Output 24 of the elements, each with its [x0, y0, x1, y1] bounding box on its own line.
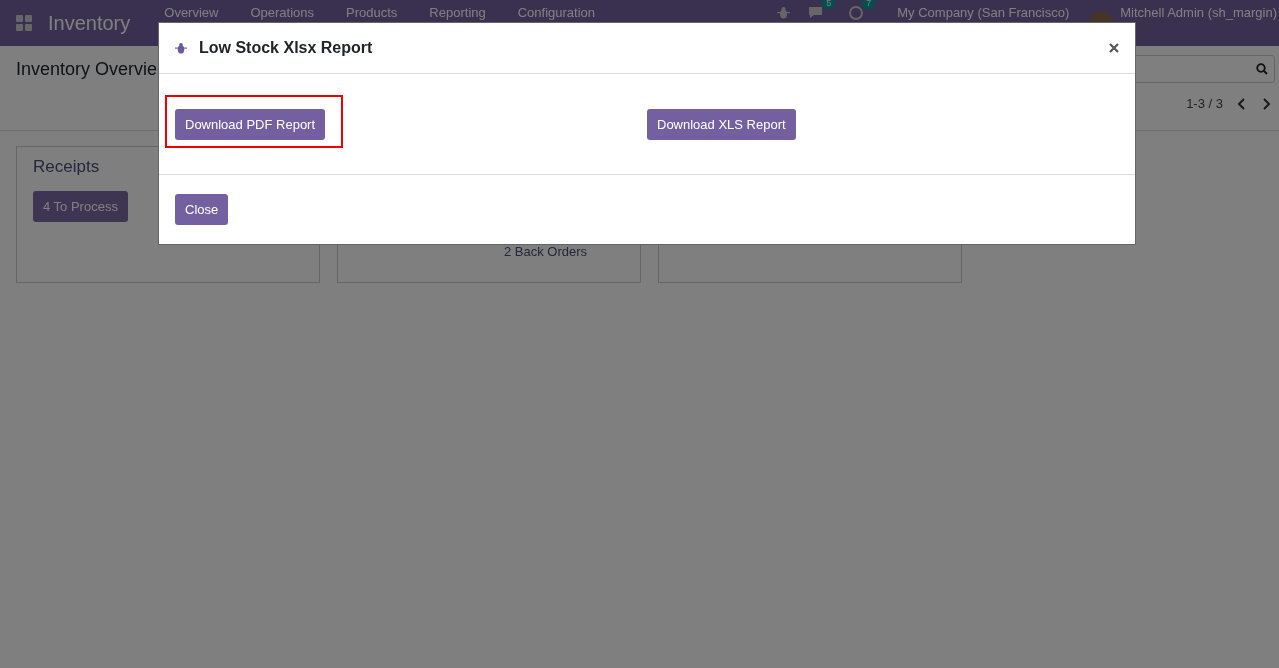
user-menu[interactable]: Mitchell Admin (sh_margin): [1120, 5, 1277, 20]
back-orders-link[interactable]: 2 Back Orders: [504, 244, 588, 259]
close-icon[interactable]: [1109, 43, 1119, 53]
dialog-title: Low Stock Xlsx Report: [199, 39, 374, 57]
menu-item[interactable]: Reporting: [413, 5, 502, 20]
message-count-badge: 5: [822, 0, 836, 9]
to-process-button[interactable]: 4 To Process: [33, 191, 128, 222]
next-icon[interactable]: [1261, 97, 1271, 110]
download-button[interactable]: Download PDF Report: [175, 108, 326, 140]
download-button[interactable]: Download XLS Report: [647, 108, 796, 140]
menu-item[interactable]: Operations: [234, 5, 331, 20]
app-title: Inventory: [48, 11, 131, 35]
menu-item[interactable]: Configuration: [501, 5, 612, 20]
activity-count-badge: 7: [862, 0, 876, 9]
menu-item[interactable]: Overview: [148, 5, 235, 20]
previous-icon[interactable]: [1237, 97, 1247, 110]
company-switcher[interactable]: My Company (San Francisco): [897, 5, 1070, 20]
menu-item[interactable]: Products: [330, 5, 414, 20]
close-button[interactable]: Close: [175, 194, 229, 225]
card-title: Receipts: [33, 157, 101, 177]
search-icon[interactable]: [1256, 63, 1268, 75]
breadcrumb: Inventory Overvie: [16, 58, 158, 80]
bug-icon: [175, 42, 187, 54]
pager-value: 1-3 / 3: [1186, 96, 1223, 111]
